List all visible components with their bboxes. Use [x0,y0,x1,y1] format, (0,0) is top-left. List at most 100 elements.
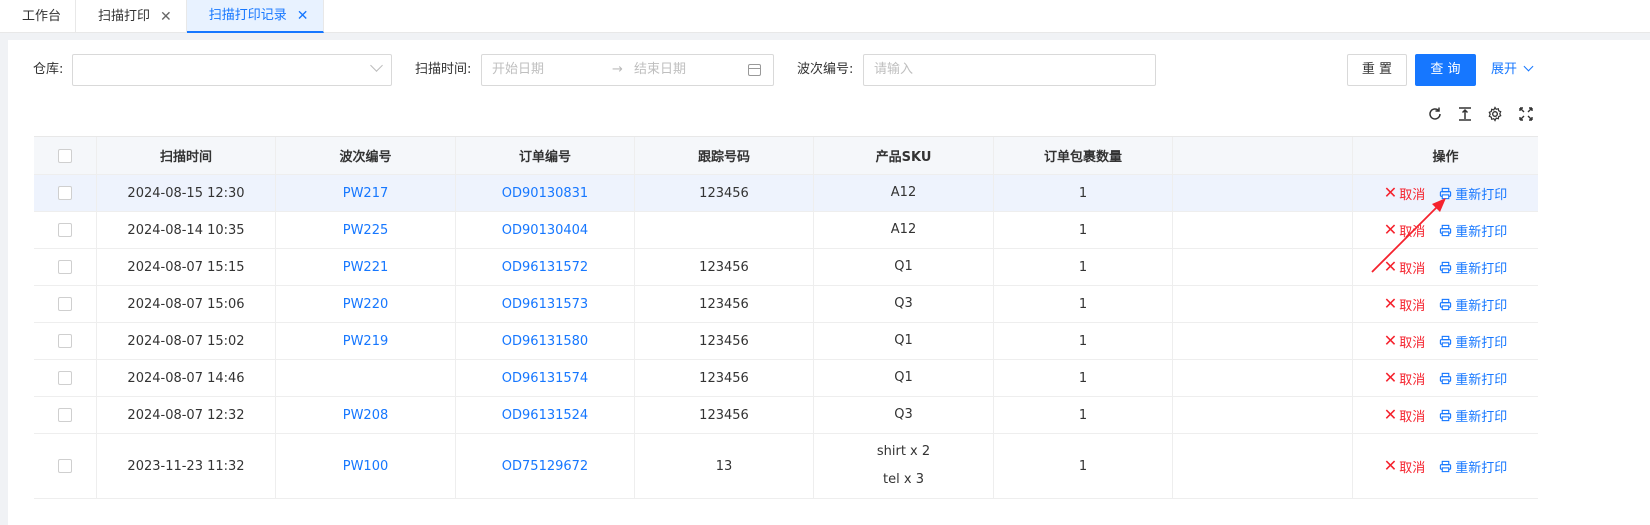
row-select-cell [34,323,97,359]
order-number-link[interactable]: OD96131524 [502,408,588,423]
tab-scan-print[interactable]: 扫描打印 ✕ [76,0,187,33]
reprint-button[interactable]: 重新打印 [1439,406,1507,425]
blank-cell [1173,175,1353,211]
cancel-button[interactable]: ✕ 取消 [1384,295,1425,314]
row-checkbox[interactable] [58,459,72,473]
tab-workbench[interactable]: 工作台 [0,0,77,33]
cancel-button[interactable]: ✕ 取消 [1384,369,1425,388]
order-number-link[interactable]: OD90130404 [502,223,588,238]
reprint-button[interactable]: 重新打印 [1439,369,1507,388]
header-wave-number: 波次编号 [276,137,456,174]
product-sku-cell: A12 [814,212,994,248]
order-number-link[interactable]: OD96131574 [502,371,588,386]
scan-time: 2024-08-07 14:46 [97,360,276,396]
row-checkbox[interactable] [58,408,72,422]
select-all-checkbox[interactable] [58,148,72,163]
wave-number-link[interactable]: PW100 [343,459,389,474]
row-select-cell [34,434,97,498]
row-checkbox[interactable] [58,371,72,385]
blank-cell [1173,286,1353,322]
tab-scan-print-records[interactable]: 扫描打印记录 ✕ [186,0,324,33]
row-checkbox[interactable] [58,223,72,237]
wave-number-link[interactable]: PW217 [343,186,389,201]
close-icon[interactable]: ✕ [160,10,172,24]
wave-number-link[interactable]: PW221 [343,260,389,275]
product-sku: Q3 [894,296,913,311]
warehouse-label: 仓库: [33,62,64,77]
row-checkbox[interactable] [58,334,72,348]
product-sku: Q1 [894,370,913,385]
product-sku: Q1 [894,259,913,274]
reprint-label: 重新打印 [1455,372,1508,388]
wave-number-link[interactable]: PW225 [343,223,389,238]
cancel-button[interactable]: ✕ 取消 [1384,457,1425,476]
order-number-link[interactable]: OD96131580 [502,334,588,349]
header-blank [1173,137,1353,174]
actions-cell: ✕ 取消 重新打印 [1353,175,1538,211]
reprint-label: 重新打印 [1455,298,1508,314]
fullscreen-icon[interactable] [1516,104,1536,124]
reprint-label: 重新打印 [1455,187,1508,203]
tracking-number: 123456 [635,286,814,322]
wave-number-input[interactable]: 请输入 [863,54,1156,86]
printer-icon [1440,372,1452,384]
table-row: 2024-08-07 15:15 PW221 OD96131572 123456 Q1 1… [34,249,1538,286]
reprint-button[interactable]: 重新打印 [1439,457,1507,476]
cancel-button[interactable]: ✕ 取消 [1384,221,1425,240]
close-icon[interactable]: ✕ [297,9,309,23]
row-select-cell [34,175,97,211]
refresh-icon[interactable] [1425,104,1445,124]
header-product-sku: 产品SKU [814,137,994,174]
wave-number-link[interactable]: PW220 [343,297,389,312]
scan-time-range-picker[interactable]: 开始日期 → 结束日期 [481,54,774,86]
scan-time: 2024-08-07 15:02 [97,323,276,359]
reprint-button[interactable]: 重新打印 [1439,295,1507,314]
row-checkbox[interactable] [58,186,72,200]
blank-cell [1173,212,1353,248]
tracking-number: 123456 [635,360,814,396]
actions-cell: ✕ 取消 重新打印 [1353,212,1538,248]
scan-time: 2024-08-14 10:35 [97,212,276,248]
package-qty: 1 [994,249,1173,285]
cancel-button[interactable]: ✕ 取消 [1384,406,1425,425]
expand-toggle[interactable]: 展开 [1491,54,1534,86]
order-number-link[interactable]: OD90130831 [502,186,588,201]
order-number-link[interactable]: OD96131572 [502,260,588,275]
tab-bar: 工作台 扫描打印 ✕ 扫描打印记录 ✕ [0,0,1650,33]
package-qty: 1 [994,175,1173,211]
cancel-button[interactable]: ✕ 取消 [1384,258,1425,277]
settings-icon[interactable] [1485,104,1505,124]
printer-icon [1440,224,1452,236]
cancel-label: 取消 [1399,224,1426,240]
reprint-button[interactable]: 重新打印 [1439,184,1507,203]
cancel-button[interactable]: ✕ 取消 [1384,184,1425,203]
wave-number-link[interactable]: PW219 [343,334,389,349]
order-number-link[interactable]: OD75129672 [502,459,588,474]
row-checkbox[interactable] [58,260,72,274]
table-row: 2024-08-14 10:35 PW225 OD90130404 A12 1 ✕ 取消 重新… [34,212,1538,249]
order-number-link[interactable]: OD96131573 [502,297,588,312]
filter-bar: 仓库: 扫描时间: 开始日期 → 结束日期 波次编号: 请输入 重 置 查 询 … [8,54,1650,88]
end-date-input[interactable]: 结束日期 [634,55,686,85]
wave-number-link[interactable]: PW208 [343,408,389,423]
reprint-button[interactable]: 重新打印 [1439,221,1507,240]
printer-icon [1440,335,1452,347]
wave-number-label: 波次编号: [797,62,854,77]
reprint-button[interactable]: 重新打印 [1439,332,1507,351]
header-scan-time: 扫描时间 [97,137,276,174]
main-panel: 仓库: 扫描时间: 开始日期 → 结束日期 波次编号: 请输入 重 置 查 询 … [8,40,1650,525]
blank-cell [1173,360,1353,396]
column-height-icon[interactable] [1455,104,1475,124]
cancel-button[interactable]: ✕ 取消 [1384,332,1425,351]
row-checkbox[interactable] [58,297,72,311]
query-button[interactable]: 查 询 [1415,54,1476,86]
row-select-cell [34,360,97,396]
tracking-number [635,212,814,248]
reset-button[interactable]: 重 置 [1347,54,1407,86]
product-sku-cell: Q1 [814,249,994,285]
start-date-input[interactable]: 开始日期 [492,55,544,85]
header-tracking-number: 跟踪号码 [635,137,814,174]
warehouse-select[interactable] [72,54,392,86]
close-icon: ✕ [1383,368,1398,387]
reprint-button[interactable]: 重新打印 [1439,258,1507,277]
